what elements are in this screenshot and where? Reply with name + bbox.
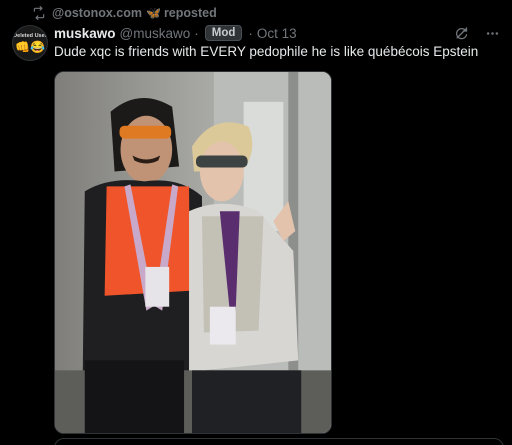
post-header: muskawo @muskawo · Mod · Oct 13 (54, 24, 297, 42)
refresh-icon[interactable] (454, 26, 469, 41)
avatar-emoji: 👊😂 (15, 40, 45, 54)
handle[interactable]: @muskawo (120, 26, 191, 41)
repost-icon (33, 6, 45, 20)
photo-image (55, 72, 331, 433)
post-image[interactable] (54, 71, 332, 434)
display-name[interactable]: muskawo (54, 26, 116, 41)
mod-badge: Mod (204, 25, 243, 41)
next-post-card (54, 438, 504, 445)
avatar-label: Deleted User (13, 33, 47, 39)
separator-dot: · (194, 25, 199, 41)
timestamp[interactable]: Oct 13 (257, 26, 297, 41)
more-icon[interactable] (485, 26, 500, 41)
repost-label: reposted (163, 6, 217, 20)
avatar[interactable]: Deleted User 👊😂 (12, 25, 48, 61)
post-actions (454, 26, 500, 41)
repost-indicator[interactable]: @ostonox.com 🦋 reposted (32, 5, 217, 21)
post-text: Dude xqc is friends with EVERY pedophile… (54, 44, 479, 59)
butterfly-emoji: 🦋 (145, 6, 161, 20)
separator-dot-2: · (248, 25, 253, 41)
repost-user[interactable]: @ostonox.com (52, 6, 142, 20)
